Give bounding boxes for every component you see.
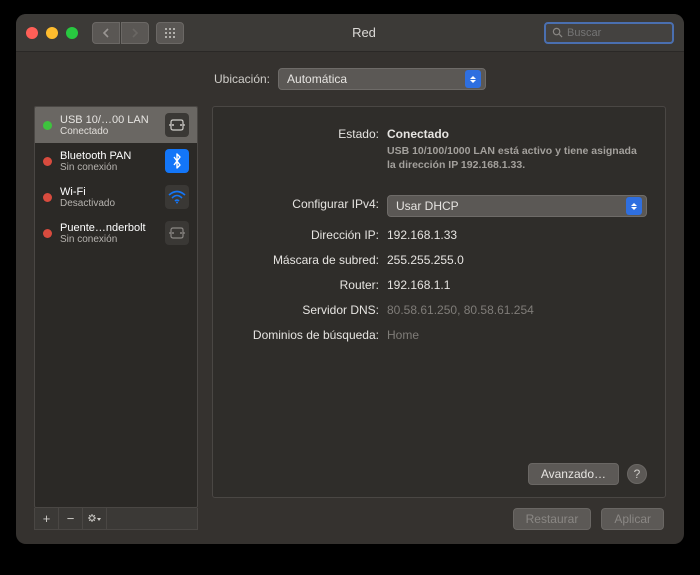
remove-network-button[interactable]: − — [59, 508, 83, 529]
status-label: Estado: — [231, 125, 387, 172]
back-button[interactable] — [92, 22, 120, 44]
status-value-block: Conectado USB 10/100/1000 LAN está activ… — [387, 125, 647, 172]
network-status: Sin conexión — [60, 162, 157, 173]
search-input[interactable] — [567, 27, 684, 39]
main-panel: Estado: Conectado USB 10/100/1000 LAN es… — [212, 106, 666, 530]
row-configure-ipv4: Configurar IPv4: Usar DHCP — [231, 195, 647, 217]
content-area: USB 10/…00 LAN Conectado Bluetooth PAN S… — [16, 106, 684, 544]
network-name: Wi-Fi — [60, 186, 157, 198]
zoom-button[interactable] — [66, 27, 78, 39]
status-value: Conectado — [387, 127, 449, 141]
wifi-icon — [165, 185, 189, 209]
close-button[interactable] — [26, 27, 38, 39]
dns-label: Servidor DNS: — [231, 301, 387, 317]
location-select[interactable]: Automática — [278, 68, 486, 90]
network-status: Sin conexión — [60, 234, 157, 245]
titlebar: Red — [16, 14, 684, 52]
details-panel: Estado: Conectado USB 10/100/1000 LAN es… — [212, 106, 666, 498]
search-domains-label: Dominios de búsqueda: — [231, 326, 387, 342]
bottom-actions: Restaurar Aplicar — [212, 498, 666, 530]
search-icon — [552, 27, 563, 38]
nav-buttons — [92, 22, 184, 44]
window-title: Red — [184, 25, 544, 40]
ipv4-select[interactable]: Usar DHCP — [387, 195, 647, 217]
ethernet-icon — [165, 221, 189, 245]
router-label: Router: — [231, 276, 387, 292]
network-status: Desactivado — [60, 198, 157, 209]
location-value: Automática — [287, 72, 347, 86]
network-item-text: Puente…nderbolt Sin conexión — [60, 222, 157, 245]
ipv4-value: Usar DHCP — [396, 199, 459, 213]
bluetooth-icon — [165, 149, 189, 173]
chevron-updown-icon — [626, 197, 642, 215]
search-domains-value: Home — [387, 326, 647, 342]
row-router: Router: 192.168.1.1 — [231, 276, 647, 292]
minimize-button[interactable] — [46, 27, 58, 39]
network-status: Conectado — [60, 126, 157, 137]
network-item-wifi[interactable]: Wi-Fi Desactivado — [35, 179, 197, 215]
restore-button[interactable]: Restaurar — [513, 508, 592, 530]
location-label: Ubicación: — [214, 72, 270, 86]
row-search-domains: Dominios de búsqueda: Home — [231, 326, 647, 342]
network-name: USB 10/…00 LAN — [60, 114, 157, 126]
chevron-updown-icon — [465, 70, 481, 88]
row-ip-address: Dirección IP: 192.168.1.33 — [231, 226, 647, 242]
ip-label: Dirección IP: — [231, 226, 387, 242]
preferences-window: Red Ubicación: Automática USB 10/…00 LAN… — [16, 14, 684, 544]
network-list: USB 10/…00 LAN Conectado Bluetooth PAN S… — [34, 106, 198, 508]
network-item-usb-lan[interactable]: USB 10/…00 LAN Conectado — [35, 107, 197, 143]
mask-value: 255.255.255.0 — [387, 251, 647, 267]
router-value: 192.168.1.1 — [387, 276, 647, 292]
traffic-lights — [26, 27, 78, 39]
network-name: Puente…nderbolt — [60, 222, 157, 234]
search-field[interactable] — [544, 22, 674, 44]
apply-button[interactable]: Aplicar — [601, 508, 664, 530]
status-dot-icon — [43, 229, 52, 238]
status-description: USB 10/100/1000 LAN está activo y tiene … — [387, 144, 647, 172]
status-dot-icon — [43, 157, 52, 166]
ipv4-label: Configurar IPv4: — [231, 195, 387, 217]
network-item-text: USB 10/…00 LAN Conectado — [60, 114, 157, 137]
dns-value: 80.58.61.250, 80.58.61.254 — [387, 301, 647, 317]
location-bar: Ubicación: Automática — [16, 52, 684, 106]
status-dot-icon — [43, 121, 52, 130]
status-dot-icon — [43, 193, 52, 202]
add-network-button[interactable]: + — [35, 508, 59, 529]
row-status: Estado: Conectado USB 10/100/1000 LAN es… — [231, 125, 647, 172]
advanced-button[interactable]: Avanzado… — [528, 463, 619, 485]
network-item-text: Bluetooth PAN Sin conexión — [60, 150, 157, 173]
network-name: Bluetooth PAN — [60, 150, 157, 162]
network-item-text: Wi-Fi Desactivado — [60, 186, 157, 209]
row-subnet-mask: Máscara de subred: 255.255.255.0 — [231, 251, 647, 267]
ethernet-icon — [165, 113, 189, 137]
ip-value: 192.168.1.33 — [387, 226, 647, 242]
mask-label: Máscara de subred: — [231, 251, 387, 267]
advanced-row: Avanzado… ? — [231, 463, 647, 485]
sidebar: USB 10/…00 LAN Conectado Bluetooth PAN S… — [34, 106, 198, 530]
list-footer: + − — [34, 508, 198, 530]
network-item-bluetooth-pan[interactable]: Bluetooth PAN Sin conexión — [35, 143, 197, 179]
help-button[interactable]: ? — [627, 464, 647, 484]
row-dns-server: Servidor DNS: 80.58.61.250, 80.58.61.254 — [231, 301, 647, 317]
show-all-button[interactable] — [156, 22, 184, 44]
network-item-thunderbolt-bridge[interactable]: Puente…nderbolt Sin conexión — [35, 215, 197, 251]
forward-button[interactable] — [121, 22, 149, 44]
network-actions-button[interactable] — [83, 508, 107, 529]
